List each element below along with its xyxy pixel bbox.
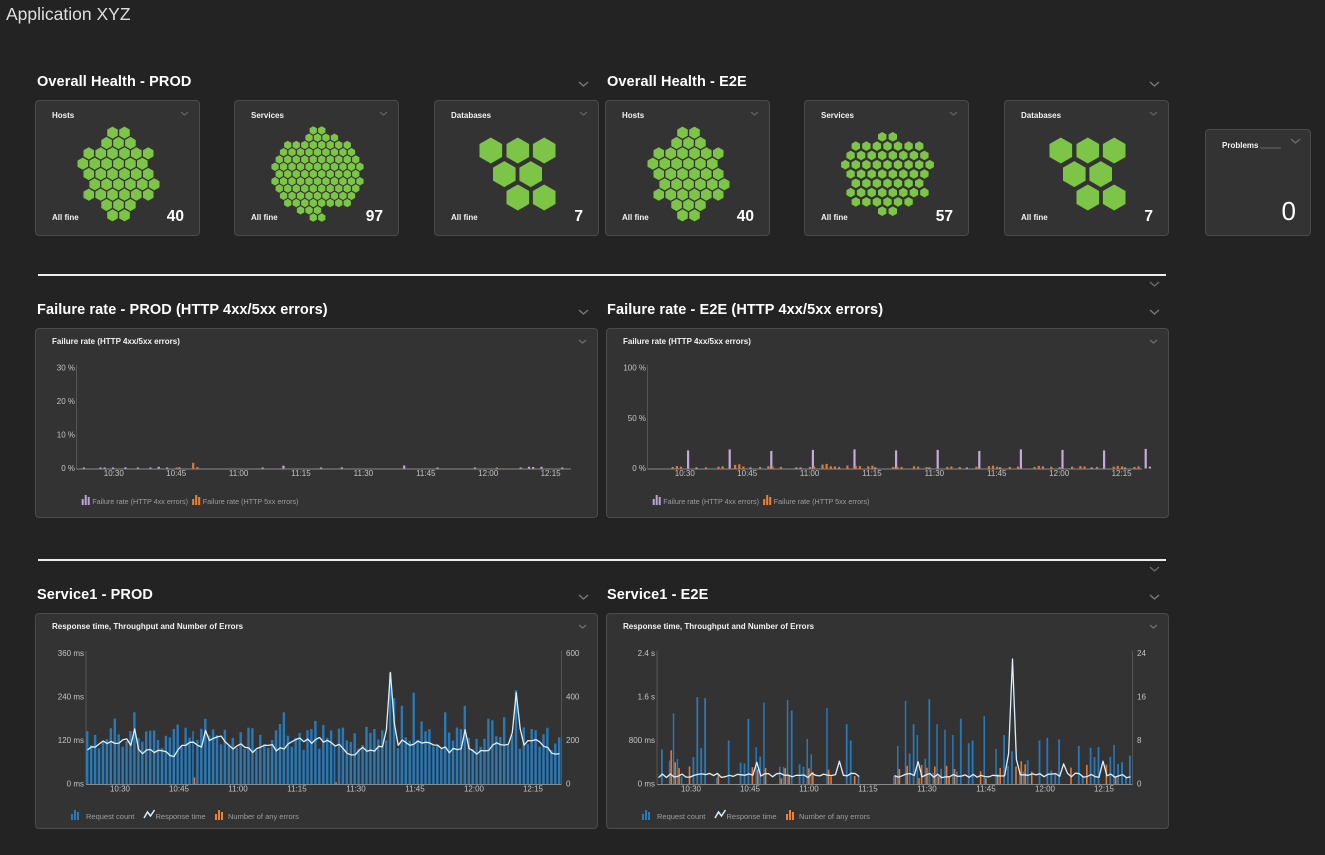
svg-text:12:00: 12:00: [464, 785, 485, 794]
svg-text:10:45: 10:45: [166, 469, 187, 478]
svg-text:16: 16: [1137, 693, 1146, 702]
svg-text:0 ms: 0 ms: [67, 780, 84, 789]
svg-text:11:15: 11:15: [287, 785, 307, 794]
svg-text:Failure rate (HTTP 4xx errors): Failure rate (HTTP 4xx errors): [663, 497, 759, 506]
svg-text:Failure rate (HTTP 5xx errors): Failure rate (HTTP 5xx errors): [203, 497, 299, 506]
svg-text:12:00: 12:00: [478, 469, 499, 478]
svg-text:200: 200: [566, 736, 580, 745]
svg-text:50 %: 50 %: [628, 414, 646, 423]
svg-text:20 %: 20 %: [57, 397, 75, 406]
svg-text:360 ms: 360 ms: [58, 649, 84, 658]
svg-text:600: 600: [566, 649, 580, 658]
svg-text:12:00: 12:00: [1049, 469, 1070, 478]
svg-text:11:30: 11:30: [925, 469, 945, 478]
svg-text:12:15: 12:15: [523, 785, 544, 794]
svg-text:Failure rate (HTTP 4xx errors): Failure rate (HTTP 4xx errors): [92, 497, 188, 506]
svg-text:240 ms: 240 ms: [58, 693, 84, 702]
svg-text:Request count: Request count: [657, 812, 706, 821]
svg-text:Number of any errors: Number of any errors: [799, 812, 870, 821]
svg-text:12:15: 12:15: [1094, 785, 1115, 794]
svg-text:0 ms: 0 ms: [638, 780, 655, 789]
svg-text:0: 0: [566, 780, 571, 789]
svg-text:10:30: 10:30: [110, 785, 131, 794]
svg-text:10:30: 10:30: [681, 785, 702, 794]
svg-text:12:00: 12:00: [1035, 785, 1056, 794]
svg-text:10:30: 10:30: [104, 469, 125, 478]
svg-text:Response time: Response time: [727, 812, 777, 821]
svg-text:400: 400: [566, 693, 580, 702]
svg-text:11:15: 11:15: [858, 785, 878, 794]
svg-text:11:30: 11:30: [346, 785, 366, 794]
svg-text:10:45: 10:45: [737, 469, 758, 478]
svg-text:10:45: 10:45: [740, 785, 761, 794]
svg-text:800 ms: 800 ms: [629, 736, 655, 745]
svg-text:10 %: 10 %: [57, 431, 75, 440]
svg-text:12:15: 12:15: [541, 469, 562, 478]
svg-text:2.4 s: 2.4 s: [638, 649, 655, 658]
svg-text:120 ms: 120 ms: [58, 736, 84, 745]
svg-text:Failure rate (HTTP 5xx errors): Failure rate (HTTP 5xx errors): [774, 497, 870, 506]
svg-text:11:15: 11:15: [291, 469, 311, 478]
svg-text:1.6 s: 1.6 s: [638, 693, 655, 702]
svg-text:11:00: 11:00: [228, 785, 248, 794]
svg-text:11:00: 11:00: [229, 469, 249, 478]
svg-text:11:15: 11:15: [862, 469, 882, 478]
svg-text:11:45: 11:45: [987, 469, 1007, 478]
svg-text:10:45: 10:45: [169, 785, 190, 794]
svg-text:11:30: 11:30: [354, 469, 374, 478]
svg-text:0 %: 0 %: [61, 464, 75, 473]
svg-text:12:15: 12:15: [1112, 469, 1133, 478]
svg-text:11:00: 11:00: [800, 469, 820, 478]
svg-text:Response time: Response time: [156, 812, 206, 821]
svg-text:0 %: 0 %: [632, 464, 646, 473]
svg-text:11:45: 11:45: [416, 469, 436, 478]
svg-text:11:45: 11:45: [976, 785, 996, 794]
svg-text:11:00: 11:00: [799, 785, 819, 794]
svg-text:11:30: 11:30: [917, 785, 937, 794]
svg-text:Request count: Request count: [86, 812, 135, 821]
svg-text:30 %: 30 %: [57, 364, 75, 373]
svg-text:10:30: 10:30: [675, 469, 696, 478]
svg-text:0: 0: [1137, 780, 1142, 789]
svg-text:8: 8: [1137, 736, 1142, 745]
svg-text:11:45: 11:45: [405, 785, 425, 794]
svg-text:100 %: 100 %: [623, 364, 646, 373]
svg-text:24: 24: [1137, 649, 1146, 658]
svg-text:Number of any errors: Number of any errors: [228, 812, 299, 821]
